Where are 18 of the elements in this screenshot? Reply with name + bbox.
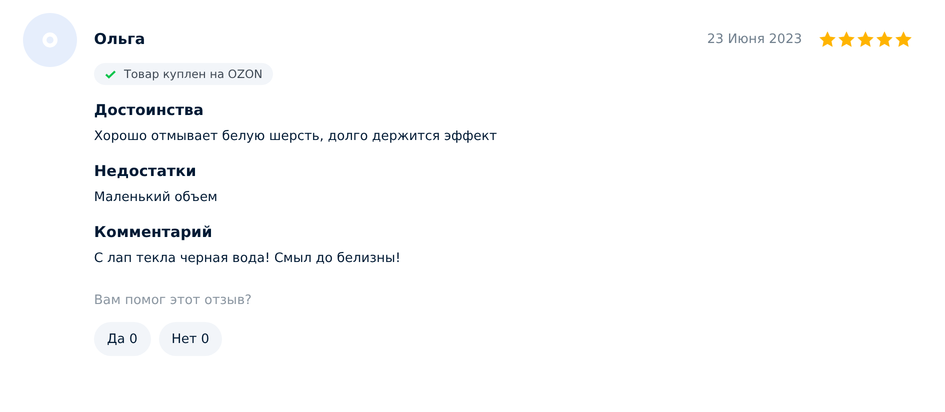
author-name: Ольга — [94, 30, 146, 48]
badge-text: Товар куплен на OZON — [124, 67, 263, 81]
star-icon — [818, 30, 837, 48]
section-text: С лап текла черная вода! Смыл до белизны! — [94, 251, 402, 266]
section-heading: Комментарий — [94, 223, 214, 241]
star-icon — [856, 30, 875, 48]
star-icon — [894, 30, 913, 48]
star-icon — [875, 30, 894, 48]
section-heading: Недостатки — [94, 162, 198, 180]
helpful-question: Вам помог этот отзыв? — [94, 293, 253, 308]
avatar-icon — [23, 13, 77, 67]
section-text: Хорошо отмывает белую шерсть, долго держится эффект — [94, 129, 498, 144]
star-icon — [837, 30, 856, 48]
vote-button[interactable]: Да 0 — [94, 322, 151, 356]
section-heading: Достоинства — [94, 101, 205, 119]
section-text: Маленький объем — [94, 190, 218, 205]
review-date: 23 Июня 2023 — [707, 32, 802, 46]
vote-button[interactable]: Нет 0 — [158, 322, 222, 356]
